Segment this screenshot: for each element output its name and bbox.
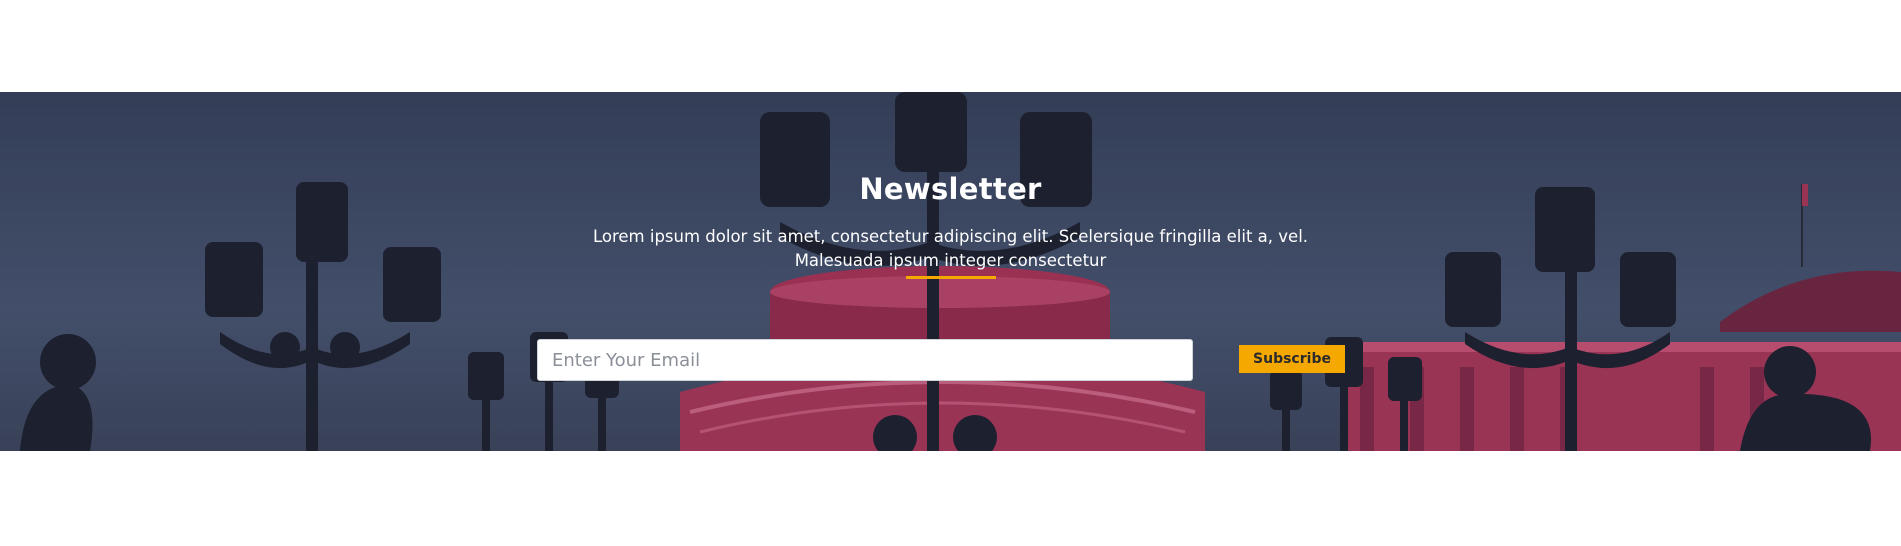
newsletter-description: Lorem ipsum dolor sit amet, consectetur … bbox=[592, 227, 1309, 270]
accent-underline bbox=[906, 276, 996, 279]
email-input[interactable] bbox=[537, 339, 1193, 381]
newsletter-section: Newsletter Lorem ipsum dolor sit amet, c… bbox=[0, 92, 1901, 451]
subscribe-button[interactable]: Subscribe bbox=[1239, 345, 1345, 373]
page: Newsletter Lorem ipsum dolor sit amet, c… bbox=[0, 0, 1901, 546]
newsletter-title: Newsletter bbox=[859, 172, 1042, 206]
newsletter-content: Newsletter Lorem ipsum dolor sit amet, c… bbox=[0, 92, 1901, 451]
